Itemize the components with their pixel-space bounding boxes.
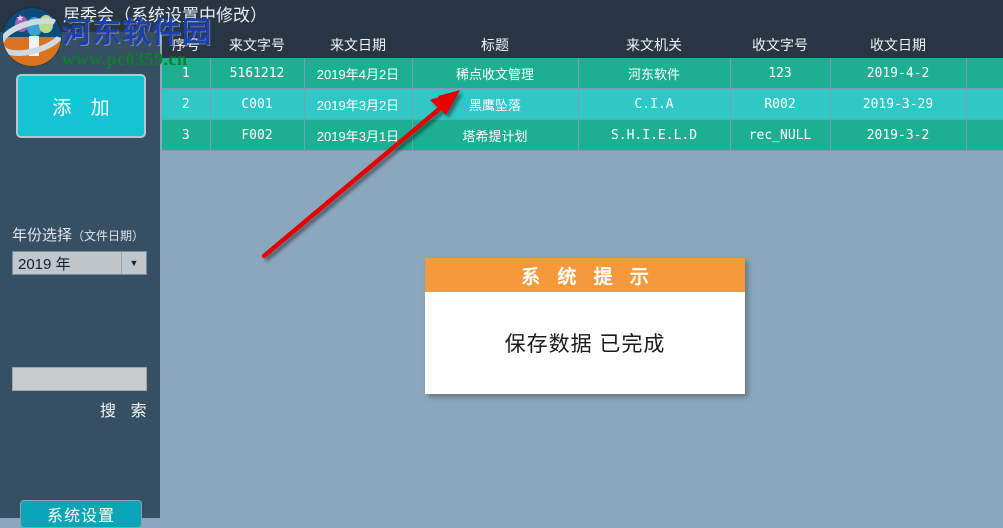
year-select-label-sub: （文件日期） bbox=[72, 229, 145, 243]
add-button[interactable]: 添 加 bbox=[16, 74, 146, 138]
cell-extra[interactable] bbox=[966, 88, 1003, 120]
cell-doc-no[interactable]: F002 bbox=[210, 119, 305, 151]
cell-sender[interactable]: S.H.I.E.L.D bbox=[578, 119, 731, 151]
chevron-down-icon[interactable]: ▼ bbox=[121, 252, 146, 274]
search-label: 搜 索 bbox=[100, 403, 152, 420]
page-title: 居委会（系统设置中修改） bbox=[63, 6, 267, 25]
column-header-index[interactable]: 序号 bbox=[162, 32, 210, 58]
title-bar: 居委会（系统设置中修改） bbox=[0, 0, 1003, 32]
cell-doc-no[interactable]: 5161212 bbox=[210, 58, 305, 89]
dialog-message: 保存数据 已完成 bbox=[425, 292, 745, 394]
system-prompt-dialog: 系 统 提 示 保存数据 已完成 bbox=[425, 258, 745, 394]
table-row[interactable]: 3 F002 2019年3月1日 塔希提计划 S.H.I.E.L.D rec_N… bbox=[162, 119, 1003, 151]
cell-doc-date[interactable]: 2019年3月2日 bbox=[304, 88, 413, 120]
cell-recv-date[interactable]: 2019-3-29 bbox=[830, 88, 967, 120]
year-select-label: 年份选择（文件日期） bbox=[12, 224, 144, 245]
cell-extra[interactable] bbox=[966, 58, 1003, 89]
column-header-sender[interactable]: 来文机关 bbox=[578, 32, 730, 58]
system-settings-button[interactable]: 系统设置 bbox=[20, 500, 142, 528]
cell-index[interactable]: 3 bbox=[162, 119, 211, 151]
column-header-doc-date[interactable]: 来文日期 bbox=[304, 32, 412, 58]
cell-extra[interactable] bbox=[966, 119, 1003, 151]
table-header-row: 序号 来文字号 来文日期 标题 来文机关 收文字号 收文日期 bbox=[162, 32, 1003, 58]
column-header-recv-no[interactable]: 收文字号 bbox=[730, 32, 830, 58]
cell-index[interactable]: 1 bbox=[162, 58, 211, 89]
cell-sender[interactable]: 河东软件 bbox=[578, 58, 731, 89]
records-table: 序号 来文字号 来文日期 标题 来文机关 收文字号 收文日期 1 5161212… bbox=[162, 32, 1003, 151]
year-select-value: 2019 年 bbox=[18, 255, 71, 273]
cell-recv-no[interactable]: 123 bbox=[730, 58, 831, 89]
column-header-recv-date[interactable]: 收文日期 bbox=[830, 32, 966, 58]
cell-doc-no[interactable]: C001 bbox=[210, 88, 305, 120]
table-row[interactable]: 2 C001 2019年3月2日 黑鹰坠落 C.I.A R002 2019-3-… bbox=[162, 88, 1003, 120]
cell-recv-no[interactable]: R002 bbox=[730, 88, 831, 120]
cell-recv-no[interactable]: rec_NULL bbox=[730, 119, 831, 151]
cell-doc-date[interactable]: 2019年3月1日 bbox=[304, 119, 413, 151]
application-window: 居委会（系统设置中修改） ★ 河东软件园 www.pc0359.cn 添 加 年… bbox=[0, 0, 1003, 528]
year-select-label-main: 年份选择 bbox=[12, 227, 73, 244]
dialog-header-title: 系 统 提 示 bbox=[425, 258, 745, 292]
search-input[interactable] bbox=[12, 367, 147, 391]
cell-subject[interactable]: 黑鹰坠落 bbox=[412, 88, 579, 120]
cell-recv-date[interactable]: 2019-3-2 bbox=[830, 119, 967, 151]
table-row[interactable]: 1 5161212 2019年4月2日 稀点收文管理 河东软件 123 2019… bbox=[162, 58, 1003, 89]
column-header-subject[interactable]: 标题 bbox=[412, 32, 578, 58]
cell-recv-date[interactable]: 2019-4-2 bbox=[830, 58, 967, 89]
sidebar: 添 加 年份选择（文件日期） 2019 年 ▼ 搜 索 系统设置 bbox=[0, 32, 162, 528]
cell-sender[interactable]: C.I.A bbox=[578, 88, 731, 120]
column-header-doc-no[interactable]: 来文字号 bbox=[210, 32, 304, 58]
app-globe-people-icon: ★ bbox=[3, 8, 61, 66]
cell-subject[interactable]: 塔希提计划 bbox=[412, 119, 579, 151]
cell-subject[interactable]: 稀点收文管理 bbox=[412, 58, 579, 89]
cell-doc-date[interactable]: 2019年4月2日 bbox=[304, 58, 413, 89]
year-select-dropdown[interactable]: 2019 年 ▼ bbox=[12, 251, 147, 275]
column-header-extra[interactable] bbox=[966, 32, 1003, 58]
cell-index[interactable]: 2 bbox=[162, 88, 211, 120]
records-table-wrapper: 序号 来文字号 来文日期 标题 来文机关 收文字号 收文日期 1 5161212… bbox=[162, 32, 1003, 151]
